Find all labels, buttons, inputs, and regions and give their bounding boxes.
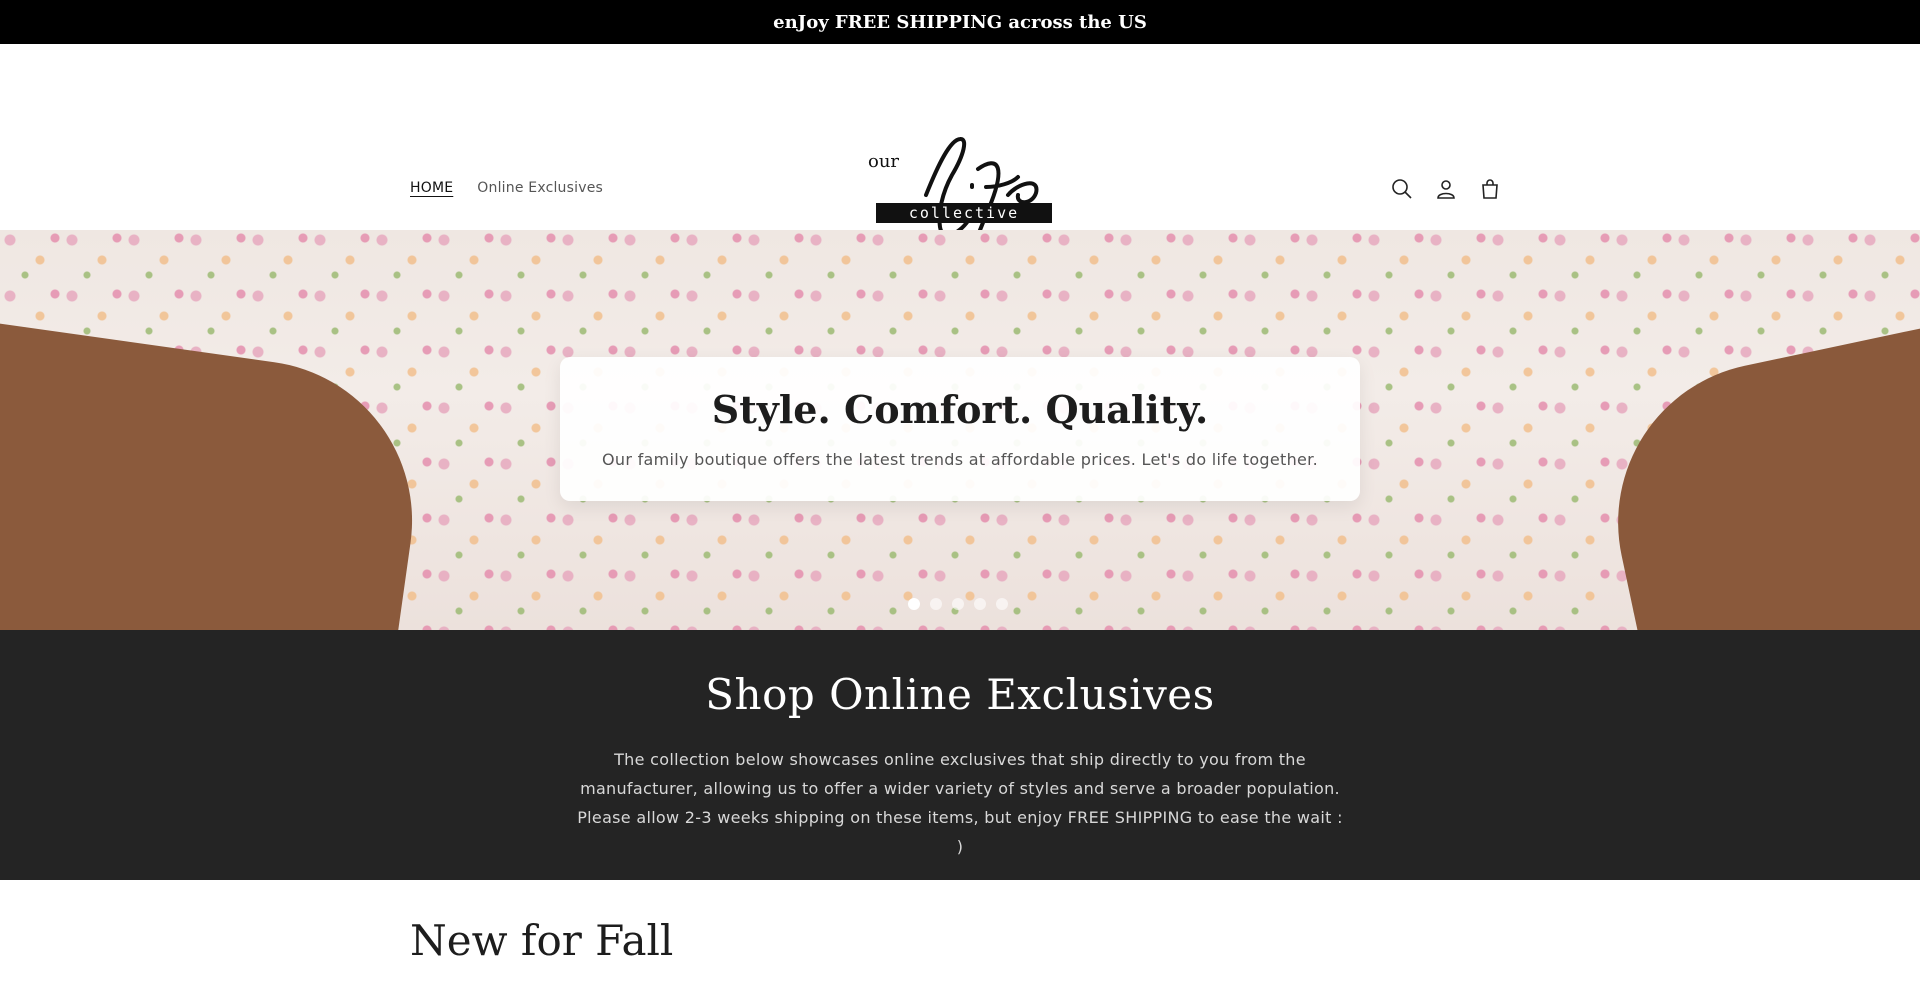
logo-text-collective: collective	[909, 204, 1019, 222]
logo-text-our: our	[868, 151, 899, 172]
exclusives-description: The collection below showcases online ex…	[577, 750, 1343, 856]
account-icon[interactable]	[1434, 177, 1458, 201]
hero-slideshow: Style. Comfort. Quality. Our family bout…	[0, 230, 1920, 630]
slide-dot-1[interactable]	[908, 598, 920, 610]
search-icon[interactable]	[1390, 177, 1414, 201]
exclusives-section: Shop Online Exclusives The collection be…	[0, 630, 1920, 880]
slide-dot-4[interactable]	[974, 598, 986, 610]
new-for-fall-title: New for Fall	[410, 916, 674, 965]
main-nav: HOME Online Exclusives	[410, 180, 603, 196]
announcement-text: enJoy FREE SHIPPING across the US	[773, 11, 1147, 33]
hero-title: Style. Comfort. Quality.	[711, 387, 1209, 432]
slide-dot-5[interactable]	[996, 598, 1008, 610]
hero-subtitle: Our family boutique offers the latest tr…	[602, 450, 1318, 469]
slide-dot-2[interactable]	[930, 598, 942, 610]
nav-item-home[interactable]: HOME	[410, 180, 453, 196]
cart-icon[interactable]	[1478, 177, 1502, 201]
header-icons	[1390, 177, 1502, 201]
exclusives-title: Shop Online Exclusives	[705, 670, 1215, 719]
site-header: HOME Online Exclusives our collective	[0, 44, 1920, 254]
slide-dots	[908, 598, 1008, 610]
hero-text-card: Style. Comfort. Quality. Our family bout…	[560, 357, 1360, 501]
announcement-bar: enJoy FREE SHIPPING across the US	[0, 0, 1920, 44]
nav-item-online-exclusives[interactable]: Online Exclusives	[477, 180, 603, 196]
new-for-fall-section: New for Fall	[0, 880, 1920, 965]
slide-dot-3[interactable]	[952, 598, 964, 610]
